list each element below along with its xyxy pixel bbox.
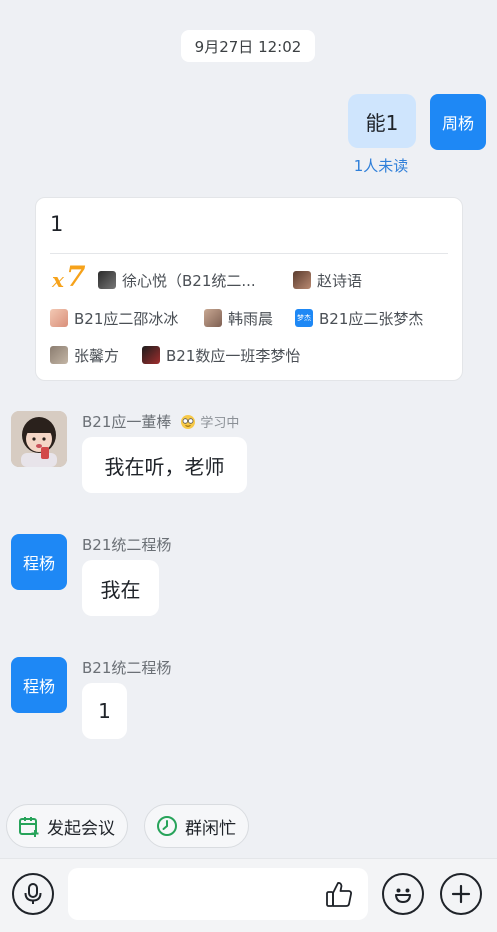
read-status-link[interactable]: 1人未读: [346, 155, 416, 176]
reaction-count: 7: [66, 260, 86, 293]
reactor-item[interactable]: 韩雨晨: [204, 307, 273, 329]
reactor-item[interactable]: 徐心悦（B21统二...: [98, 269, 256, 291]
emoji-button[interactable]: [382, 873, 424, 915]
sender-avatar[interactable]: 程杨: [11, 534, 67, 590]
voice-button[interactable]: [12, 873, 54, 915]
reactor-item[interactable]: B21数应一班李梦怡: [142, 344, 300, 366]
sender-name: B21统二程杨: [82, 659, 172, 677]
sender-avatar[interactable]: 程杨: [11, 657, 67, 713]
sender-name: B21统二程杨: [82, 536, 172, 554]
reactor-avatar: [293, 271, 311, 289]
clock-icon: [157, 816, 177, 836]
reactor-item[interactable]: B21应二邵冰冰: [50, 307, 178, 329]
start-meeting-button[interactable]: 发起会议: [6, 804, 128, 848]
status-text: 学习中: [200, 416, 240, 431]
microphone-icon: [24, 883, 42, 904]
reaction-prefix: x: [52, 268, 64, 292]
reactor-avatar: [50, 309, 68, 327]
smiley-icon: [395, 888, 411, 903]
message-bubble[interactable]: 1: [82, 683, 127, 739]
thumbs-up-icon: [326, 882, 352, 907]
reactor-avatar: 梦杰: [295, 309, 313, 327]
card-message-text: 1: [50, 212, 64, 236]
message-timestamp: 9月27日 12:02: [181, 30, 315, 62]
free-busy-button[interactable]: 群闲忙: [144, 804, 249, 848]
status-chip: 学习中: [180, 415, 240, 431]
child-photo-icon: [11, 411, 67, 467]
reactor-avatar: [50, 346, 68, 364]
calendar-add-icon: [19, 817, 39, 837]
study-status-icon: [181, 415, 196, 429]
start-meeting-label: 发起会议: [47, 818, 115, 839]
message-bubble[interactable]: 我在听，老师: [82, 437, 247, 493]
reactor-name: 张馨方: [74, 346, 120, 365]
sender-name-row: B21应一董棒 学习中: [82, 411, 239, 432]
reactor-name: 徐心悦（B21统二...: [122, 271, 256, 290]
more-actions-button[interactable]: [440, 873, 482, 915]
my-avatar[interactable]: 周杨: [430, 94, 486, 150]
message-bubble[interactable]: 我在: [82, 560, 159, 616]
reactor-avatar: [98, 271, 116, 289]
like-button[interactable]: [322, 877, 356, 911]
reactor-item[interactable]: 赵诗语: [293, 269, 362, 291]
reaction-count-icon[interactable]: x 7: [50, 260, 90, 293]
card-divider: [50, 253, 448, 254]
sender-name: B21应一董棒: [82, 413, 172, 431]
reactor-name: 赵诗语: [317, 271, 363, 290]
my-message-bubble[interactable]: 能1: [348, 94, 416, 148]
reactor-name: 韩雨晨: [228, 309, 274, 328]
free-busy-label: 群闲忙: [185, 818, 236, 839]
reactor-avatar: [204, 309, 222, 327]
reactor-item[interactable]: 梦杰 B21应二张梦杰: [295, 307, 423, 329]
reactor-name: B21数应一班李梦怡: [166, 346, 301, 365]
reactor-name: B21应二邵冰冰: [74, 309, 179, 328]
reactor-avatar: [142, 346, 160, 364]
plus-icon: [451, 884, 471, 904]
reactor-name: B21应二张梦杰: [319, 309, 424, 328]
reactor-item[interactable]: 张馨方: [50, 344, 119, 366]
sender-avatar[interactable]: [11, 411, 67, 467]
